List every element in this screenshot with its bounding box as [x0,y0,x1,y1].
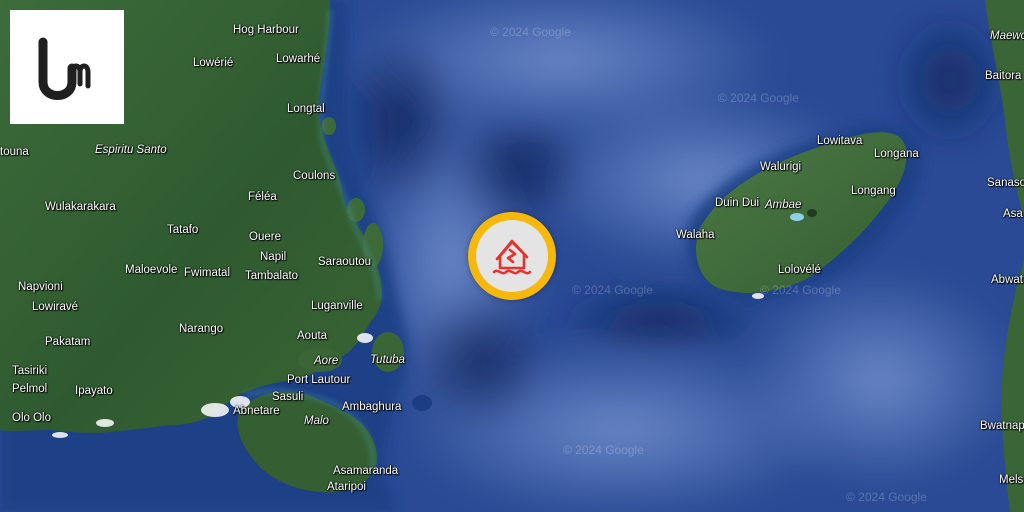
map-copyright-watermark: © 2024 Google [563,443,644,457]
place-label-aore: Aore [314,355,339,367]
place-label-longang: Longang [851,185,896,197]
place-label-napil: Napil [260,251,287,263]
place-label-napvioni: Napvioni [18,281,63,293]
brand-logo[interactable] [10,10,124,124]
place-label-maloevole: Maloevole [125,264,178,276]
place-label-walurigi: Walurigi [760,161,802,173]
place-label-olo-olo: Olo Olo [12,412,51,424]
map-copyright-watermark: © 2024 Google [572,283,653,297]
place-label-sasuli: Sasuli [272,391,304,403]
place-label-longtal: Longtal [287,103,325,115]
marker-badge [476,220,548,292]
map-copyright-watermark: © 2024 Google [760,283,841,297]
place-label-tutuba: Tutuba [370,354,405,366]
place-label-lolovele: Lolovélé [778,264,821,276]
place-label-malo: Malo [304,415,329,427]
place-label-felea: Féléa [248,191,277,203]
map-copyright-watermark: © 2024 Google [846,490,927,504]
map-copyright-watermark: © 2024 Google [718,91,799,105]
place-label-narango: Narango [179,323,224,335]
place-label-hog-harbour: Hog Harbour [233,24,299,36]
place-label-baitora: Baitora [985,70,1022,82]
place-label-lowerie: Lowérié [193,57,234,69]
place-label-abwat: Abwat [991,274,1023,286]
place-label-lowirave: Lowiravé [32,301,79,313]
place-label-luganville: Luganville [311,300,363,312]
place-label-duin-dui: Duin Dui [715,197,760,209]
place-label-ambaghura: Ambaghura [342,401,402,413]
place-label-asa: Asa [1003,208,1023,220]
map-copyright-watermark: © 2024 Google [490,25,571,39]
place-label-espiritu-santo: Espiritu Santo [95,144,167,156]
place-label-ouere: Ouere [249,231,281,243]
um-monogram-logo [38,37,91,100]
earthquake-damaged-house-icon [492,239,532,275]
place-label-pelmol: Pelmol [12,383,48,395]
place-label-pakatam: Pakatam [45,336,91,348]
earthquake-event-marker[interactable] [468,212,556,300]
place-label-ambae: Ambae [765,199,802,211]
place-label-tasiriki: Tasiriki [12,365,48,377]
place-label-tuna: touna [0,146,29,158]
place-label-asamaranda: Asamaranda [333,465,399,477]
place-label-ipayato: Ipayato [75,385,113,397]
place-label-lowitava: Lowitava [817,135,863,147]
place-label-sanaso: Sanaso [987,177,1024,189]
place-label-tatafo: Tatafo [167,224,199,236]
place-label-coulons: Coulons [293,170,336,182]
place-label-ataripoi: Ataripoi [327,481,366,493]
place-label-mels: Mels [999,474,1024,486]
place-label-fwimatal: Fwimatal [184,267,231,279]
place-label-wulakarakara: Wulakarakara [45,201,116,213]
place-label-longana: Longana [874,148,919,160]
place-label-saraoutou: Saraoutou [318,256,372,268]
place-label-abnetare: Abnetare [233,405,280,417]
place-label-bwatnap: Bwatnap [980,420,1024,432]
place-label-port-lautour: Port Lautour [287,374,351,386]
place-label-walaha: Walaha [676,229,715,241]
place-label-maewo: Maewo [990,30,1024,42]
place-label-tambalato: Tambalato [245,270,299,282]
place-label-lowarhe: Lowarhé [276,53,321,65]
place-label-aouta: Aouta [297,330,328,342]
